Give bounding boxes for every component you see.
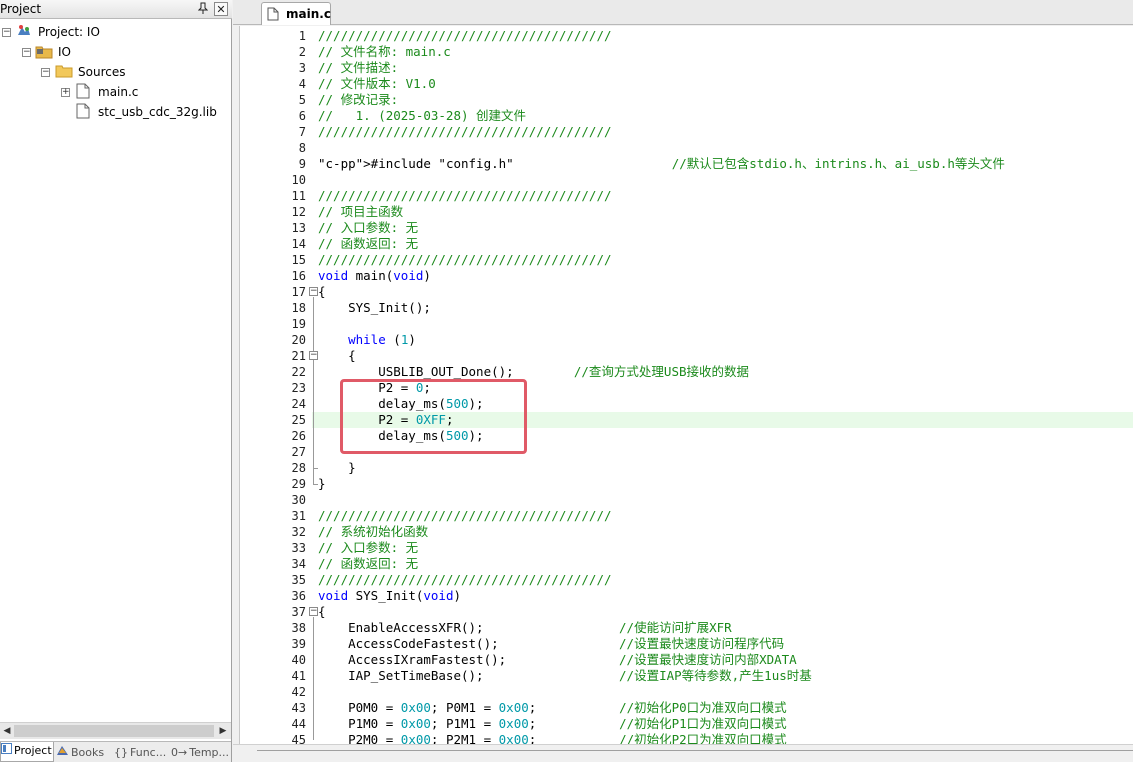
scroll-left-icon[interactable]: ◀ bbox=[1, 725, 13, 737]
code-line[interactable]: // 修改记录: bbox=[318, 92, 398, 108]
target-folder-icon bbox=[35, 43, 53, 59]
code-line[interactable]: SYS_Init(); bbox=[318, 300, 431, 316]
tab-books[interactable]: Books bbox=[56, 744, 110, 762]
tab-functions[interactable]: {} Func... bbox=[114, 744, 168, 762]
code-line[interactable]: { bbox=[318, 604, 326, 620]
code-line[interactable]: void main(void) bbox=[318, 268, 431, 284]
code-line[interactable]: "c-pp">#include "config.h" //默认已包含stdio.… bbox=[318, 156, 1005, 172]
tree-label: Project: IO bbox=[38, 25, 100, 39]
code-line[interactable]: /////////////////////////////////////// bbox=[318, 572, 612, 588]
tree-label: stc_usb_cdc_32g.lib bbox=[98, 105, 217, 119]
code-line[interactable]: // 系统初始化函数 bbox=[318, 524, 428, 540]
code-line[interactable]: // 函数返回: 无 bbox=[318, 236, 418, 252]
file-icon bbox=[76, 83, 92, 99]
tree-label: main.c bbox=[98, 85, 139, 99]
project-tree: − Project: IO − IO − Sources + main.c st… bbox=[0, 20, 231, 720]
code-line[interactable]: // 文件名称: main.c bbox=[318, 44, 451, 60]
tab-label: main.c bbox=[286, 7, 331, 21]
code-line[interactable]: EnableAccessXFR(); //使能访问扩展XFR bbox=[318, 620, 732, 636]
tab-label: Func... bbox=[130, 746, 167, 759]
project-panel-title: Project bbox=[0, 2, 42, 16]
code-line[interactable]: /////////////////////////////////////// bbox=[318, 188, 612, 204]
books-icon bbox=[56, 744, 69, 762]
expand-icon[interactable]: + bbox=[61, 88, 70, 97]
tree-label: Sources bbox=[78, 65, 126, 79]
collapse-icon[interactable]: − bbox=[22, 48, 31, 57]
editor-tabbar: main.c bbox=[233, 0, 1133, 25]
editor-scrollbar[interactable] bbox=[233, 744, 1133, 762]
code-line[interactable]: P1M0 = 0x00; P1M1 = 0x00; //初始化P1口为准双向口模… bbox=[318, 716, 787, 732]
tree-item-main-c[interactable]: + main.c bbox=[0, 82, 230, 102]
tab-project[interactable]: Project bbox=[0, 742, 54, 762]
code-line[interactable]: // 函数返回: 无 bbox=[318, 556, 418, 572]
editor-area: main.c 1 2 3 4 5 6 7 8 9 10 11 12 13 14 15 16 17 18 19 20 21… bbox=[233, 0, 1133, 762]
tree-item-target[interactable]: − IO bbox=[0, 42, 230, 62]
tree-item-lib[interactable]: stc_usb_cdc_32g.lib bbox=[0, 102, 230, 122]
panel-tabs: Project Books {} Func... 0→ Temp... bbox=[0, 741, 231, 762]
tree-item-project[interactable]: − Project: IO bbox=[0, 22, 230, 42]
code-line[interactable]: { bbox=[318, 284, 326, 300]
project-icon bbox=[1, 742, 12, 760]
tree-label: IO bbox=[58, 45, 71, 59]
scrollbar-track[interactable] bbox=[257, 750, 1133, 751]
annotation-box bbox=[340, 379, 527, 454]
fold-icon[interactable]: − bbox=[309, 287, 318, 296]
code-line[interactable]: USBLIB_OUT_Done(); //查询方式处理USB接收的数据 bbox=[318, 364, 749, 380]
code-line[interactable]: // 项目主函数 bbox=[318, 204, 403, 220]
code-editor[interactable]: 1 2 3 4 5 6 7 8 9 10 11 12 13 14 15 16 17 18 19 20 21 22 23 24 2… bbox=[239, 26, 1133, 747]
fold-icon[interactable]: − bbox=[309, 607, 318, 616]
tab-label: Project bbox=[14, 744, 52, 757]
tab-label: Books bbox=[71, 746, 105, 759]
code-line[interactable]: void SYS_Init(void) bbox=[318, 588, 461, 604]
code-line[interactable]: } bbox=[318, 460, 356, 476]
collapse-icon[interactable]: − bbox=[2, 28, 11, 37]
tab-main-c[interactable]: main.c bbox=[261, 2, 331, 25]
code-line[interactable]: // 文件描述: bbox=[318, 60, 398, 76]
fold-guide-end bbox=[313, 468, 318, 469]
code-line[interactable]: IAP_SetTimeBase(); //设置IAP等待参数,产生1us时基 bbox=[318, 668, 812, 684]
code-line[interactable]: /////////////////////////////////////// bbox=[318, 508, 612, 524]
code-line[interactable]: { bbox=[318, 348, 356, 364]
code-line[interactable]: // 入口参数: 无 bbox=[318, 220, 418, 236]
project-panel: Project ✕ − Project: IO − IO − Sources +… bbox=[0, 0, 232, 762]
fold-guide bbox=[313, 617, 314, 740]
fold-icon[interactable]: − bbox=[309, 351, 318, 360]
folder-icon bbox=[55, 63, 73, 79]
code-line[interactable]: P0M0 = 0x00; P0M1 = 0x00; //初始化P0口为准双向口模… bbox=[318, 700, 787, 716]
collapse-icon[interactable]: − bbox=[41, 68, 50, 77]
tab-label: Temp... bbox=[189, 746, 230, 759]
project-panel-scrollbar[interactable]: ◀ ▶ bbox=[0, 722, 231, 739]
code-line[interactable]: while (1) bbox=[318, 332, 416, 348]
file-icon bbox=[267, 7, 279, 21]
code-line[interactable]: // 入口参数: 无 bbox=[318, 540, 418, 556]
code-line[interactable]: /////////////////////////////////////// bbox=[318, 252, 612, 268]
ide-window: Project ✕ − Project: IO − IO − Sources +… bbox=[0, 0, 1133, 762]
fold-guide bbox=[313, 361, 314, 468]
code-line[interactable]: } bbox=[318, 476, 326, 492]
code-line[interactable]: /////////////////////////////////////// bbox=[318, 28, 612, 44]
functions-icon: {} bbox=[114, 746, 128, 759]
tree-item-sources[interactable]: − Sources bbox=[0, 62, 230, 82]
code-line[interactable]: /////////////////////////////////////// bbox=[318, 124, 612, 140]
templates-icon: 0→ bbox=[171, 746, 188, 759]
code-line[interactable]: AccessCodeFastest(); //设置最快速度访问程序代码 bbox=[318, 636, 784, 652]
file-icon bbox=[76, 103, 92, 119]
code-line[interactable]: // 1. (2025-03-28) 创建文件 bbox=[318, 108, 526, 124]
scroll-right-icon[interactable]: ▶ bbox=[217, 725, 229, 737]
code-line[interactable]: // 文件版本: V1.0 bbox=[318, 76, 436, 92]
close-icon[interactable]: ✕ bbox=[214, 2, 228, 16]
scrollbar-thumb[interactable] bbox=[14, 725, 214, 737]
fold-guide-end bbox=[313, 484, 318, 485]
pin-icon[interactable] bbox=[196, 2, 210, 16]
project-icon bbox=[16, 23, 32, 39]
project-panel-header: Project ✕ bbox=[0, 0, 232, 19]
code-line[interactable]: AccessIXramFastest(); //设置最快速度访问内部XDATA bbox=[318, 652, 797, 668]
tab-templates[interactable]: 0→ Temp... bbox=[171, 744, 231, 762]
